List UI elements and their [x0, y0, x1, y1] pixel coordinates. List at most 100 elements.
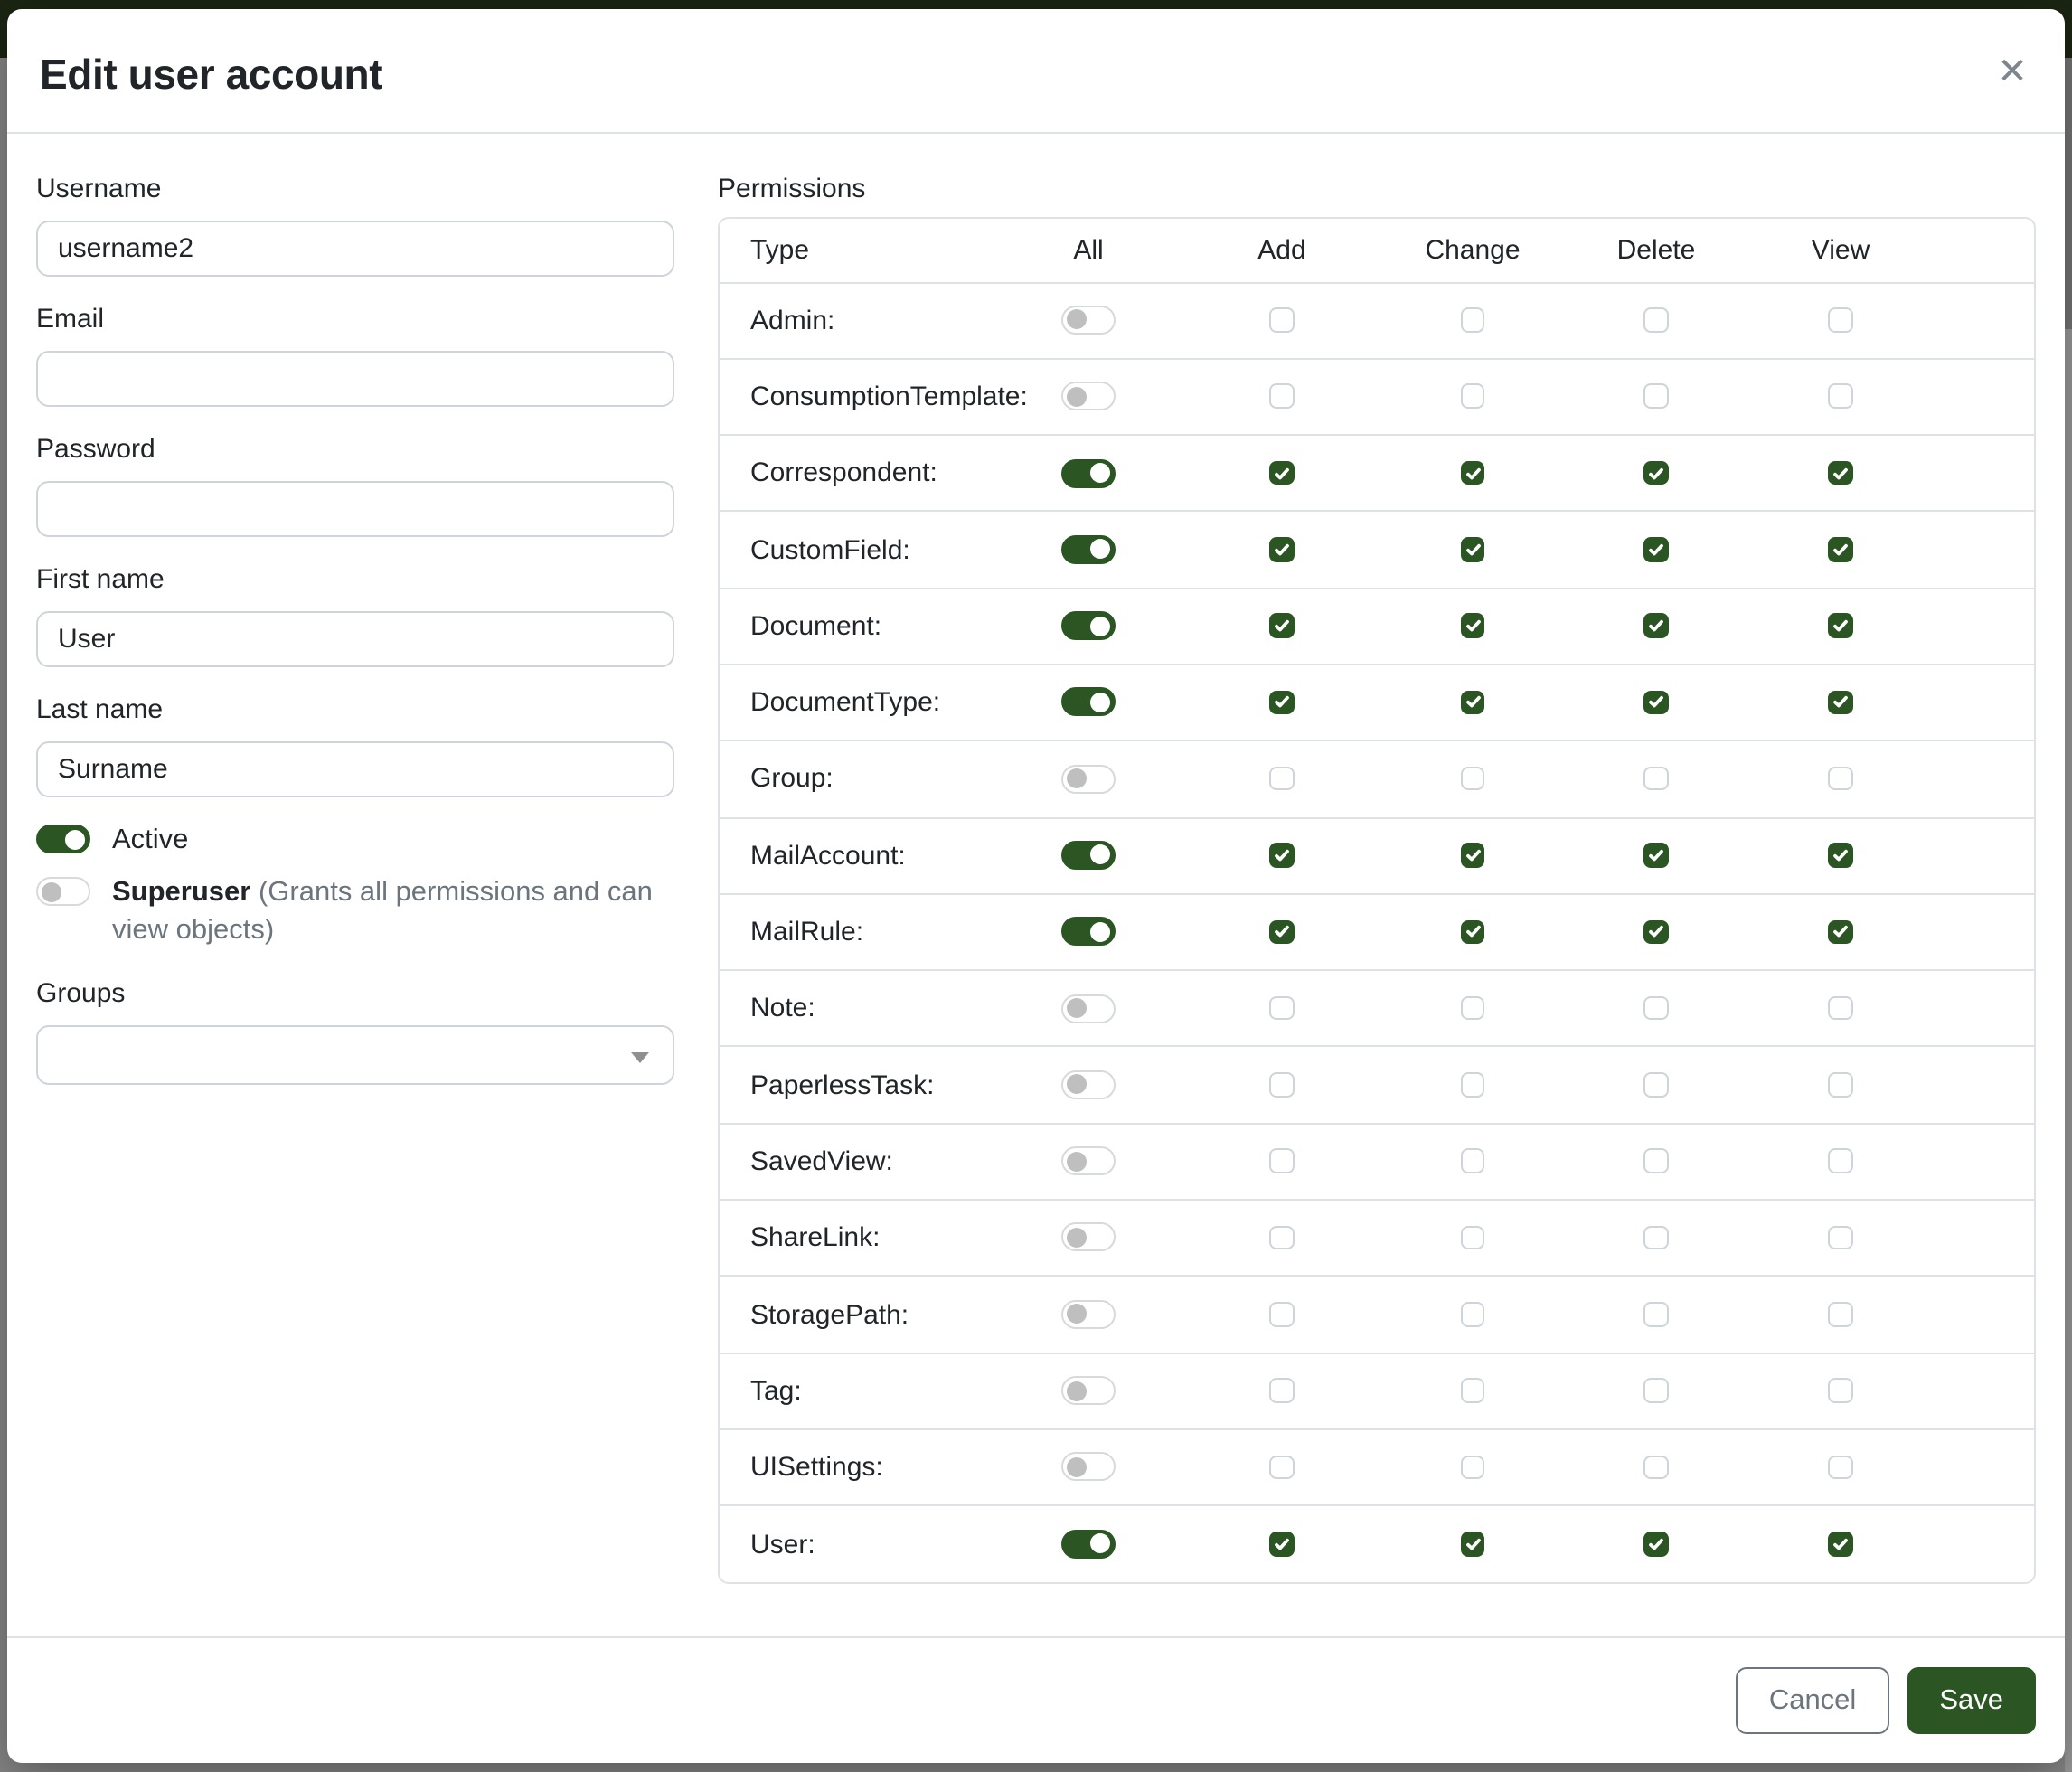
view-checkbox[interactable] [1829, 1379, 1853, 1403]
close-button[interactable]: ✕ [1983, 43, 2041, 101]
all-toggle[interactable] [1061, 1146, 1116, 1175]
email-field[interactable] [36, 351, 674, 407]
view-checkbox[interactable] [1829, 1072, 1853, 1097]
all-toggle[interactable] [1061, 841, 1116, 870]
delete-checkbox[interactable] [1644, 461, 1669, 485]
delete-checkbox[interactable] [1644, 1149, 1669, 1173]
all-toggle[interactable] [1061, 764, 1116, 793]
add-checkbox[interactable] [1270, 1072, 1295, 1097]
view-checkbox[interactable] [1829, 1149, 1853, 1173]
scrollbar-thumb[interactable] [2065, 58, 2072, 329]
superuser-toggle[interactable] [36, 877, 90, 906]
add-checkbox[interactable] [1270, 690, 1295, 714]
view-checkbox[interactable] [1829, 767, 1853, 791]
add-checkbox[interactable] [1270, 1532, 1295, 1556]
view-checkbox[interactable] [1829, 384, 1853, 409]
view-checkbox[interactable] [1829, 461, 1853, 485]
page-scrollbar[interactable] [2065, 58, 2072, 1772]
permission-row: CustomField: [720, 512, 2036, 589]
delete-checkbox[interactable] [1644, 843, 1669, 867]
change-checkbox[interactable] [1461, 843, 1485, 867]
add-checkbox[interactable] [1270, 996, 1295, 1021]
delete-checkbox[interactable] [1644, 1225, 1669, 1249]
change-checkbox[interactable] [1461, 614, 1485, 638]
view-checkbox[interactable] [1829, 614, 1853, 638]
delete-checkbox[interactable] [1644, 1302, 1669, 1326]
add-checkbox[interactable] [1270, 1225, 1295, 1249]
change-checkbox[interactable] [1461, 767, 1485, 791]
change-checkbox[interactable] [1461, 1225, 1485, 1249]
add-checkbox[interactable] [1270, 1379, 1295, 1403]
last-name-field[interactable] [36, 741, 674, 797]
view-checkbox[interactable] [1829, 1455, 1853, 1479]
view-checkbox[interactable] [1829, 1225, 1853, 1249]
all-toggle[interactable] [1061, 994, 1116, 1023]
all-toggle[interactable] [1061, 1453, 1116, 1482]
change-checkbox[interactable] [1461, 537, 1485, 561]
add-checkbox[interactable] [1270, 537, 1295, 561]
delete-checkbox[interactable] [1644, 767, 1669, 791]
view-checkbox[interactable] [1829, 690, 1853, 714]
change-checkbox[interactable] [1461, 307, 1485, 332]
change-checkbox[interactable] [1461, 919, 1485, 944]
delete-checkbox[interactable] [1644, 919, 1669, 944]
view-checkbox[interactable] [1829, 307, 1853, 332]
add-checkbox[interactable] [1270, 461, 1295, 485]
all-toggle[interactable] [1061, 1070, 1116, 1099]
add-checkbox[interactable] [1270, 307, 1295, 332]
save-button[interactable]: Save [1907, 1667, 2036, 1734]
delete-checkbox[interactable] [1644, 690, 1669, 714]
all-toggle[interactable] [1061, 1223, 1116, 1252]
delete-checkbox[interactable] [1644, 1072, 1669, 1097]
add-checkbox[interactable] [1270, 614, 1295, 638]
change-checkbox[interactable] [1461, 1072, 1485, 1097]
active-toggle[interactable] [36, 825, 90, 853]
change-checkbox[interactable] [1461, 1455, 1485, 1479]
all-toggle[interactable] [1061, 688, 1116, 717]
username-field[interactable] [36, 221, 674, 277]
change-checkbox[interactable] [1461, 690, 1485, 714]
all-toggle[interactable] [1061, 535, 1116, 564]
all-toggle[interactable] [1061, 382, 1116, 410]
all-toggle[interactable] [1061, 918, 1116, 947]
view-checkbox[interactable] [1829, 1532, 1853, 1556]
add-checkbox[interactable] [1270, 767, 1295, 791]
all-toggle[interactable] [1061, 1376, 1116, 1405]
groups-select[interactable] [36, 1025, 674, 1085]
all-toggle[interactable] [1061, 1300, 1116, 1329]
delete-checkbox[interactable] [1644, 1532, 1669, 1556]
change-checkbox[interactable] [1461, 1149, 1485, 1173]
row-spacer-cell [1933, 512, 2036, 589]
add-checkbox[interactable] [1270, 919, 1295, 944]
all-toggle[interactable] [1061, 458, 1116, 487]
change-checkbox[interactable] [1461, 1302, 1485, 1326]
change-checkbox[interactable] [1461, 1532, 1485, 1556]
change-checkbox[interactable] [1461, 384, 1485, 409]
view-checkbox[interactable] [1829, 843, 1853, 867]
first-name-field[interactable] [36, 611, 674, 667]
view-checkbox[interactable] [1829, 996, 1853, 1021]
add-checkbox[interactable] [1270, 1149, 1295, 1173]
add-checkbox[interactable] [1270, 384, 1295, 409]
password-field[interactable] [36, 481, 674, 537]
delete-checkbox[interactable] [1644, 537, 1669, 561]
delete-checkbox[interactable] [1644, 1379, 1669, 1403]
add-checkbox[interactable] [1270, 1455, 1295, 1479]
all-toggle[interactable] [1061, 1530, 1116, 1559]
view-checkbox[interactable] [1829, 1302, 1853, 1326]
add-checkbox[interactable] [1270, 1302, 1295, 1326]
view-checkbox[interactable] [1829, 919, 1853, 944]
delete-checkbox[interactable] [1644, 384, 1669, 409]
cancel-button[interactable]: Cancel [1737, 1667, 1889, 1734]
delete-checkbox[interactable] [1644, 614, 1669, 638]
add-checkbox[interactable] [1270, 843, 1295, 867]
delete-checkbox[interactable] [1644, 1455, 1669, 1479]
view-checkbox[interactable] [1829, 537, 1853, 561]
all-toggle[interactable] [1061, 611, 1116, 640]
change-checkbox[interactable] [1461, 996, 1485, 1021]
change-checkbox[interactable] [1461, 1379, 1485, 1403]
all-toggle[interactable] [1061, 306, 1116, 335]
delete-checkbox[interactable] [1644, 996, 1669, 1021]
delete-checkbox[interactable] [1644, 307, 1669, 332]
change-checkbox[interactable] [1461, 461, 1485, 485]
